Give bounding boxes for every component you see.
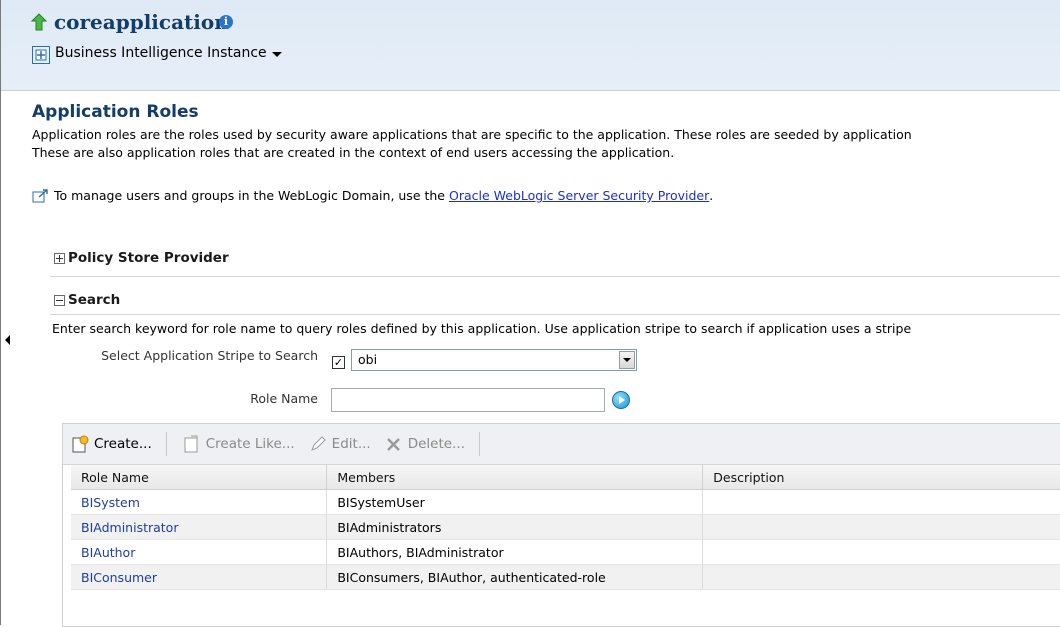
- create-icon: [72, 435, 89, 453]
- manage-suffix: .: [709, 188, 714, 203]
- members-cell: BIConsumers, BIAuthor, authenticated-rol…: [326, 564, 704, 590]
- create-like-button[interactable]: Create Like...: [183, 435, 295, 453]
- description-line-1: Application roles are the roles used by …: [32, 127, 912, 142]
- stripe-label: Select Application Stripe to Search: [101, 348, 318, 363]
- search-help-text: Enter search keyword for role name to qu…: [52, 321, 912, 336]
- roles-panel: Create... Create Like... Edit... Delete.…: [62, 423, 1060, 627]
- table-row[interactable]: BIConsumer BIConsumers, BIAuthor, authen…: [71, 564, 1060, 590]
- weblogic-security-provider-link[interactable]: Oracle WebLogic Server Security Provider: [449, 188, 709, 203]
- policy-store-section-header[interactable]: Policy Store Provider: [54, 250, 229, 266]
- edit-button[interactable]: Edit...: [309, 435, 371, 453]
- manage-text: To manage users and groups in the WebLog…: [54, 188, 445, 203]
- toolbar-separator: [478, 432, 480, 456]
- stripe-checkbox[interactable]: ✓: [332, 356, 345, 369]
- create-like-label: Create Like...: [205, 436, 295, 452]
- description-cell: [702, 564, 1060, 590]
- chevron-down-icon: [271, 52, 282, 57]
- role-name-link[interactable]: BIConsumer: [81, 570, 157, 585]
- roles-toolbar: Create... Create Like... Edit... Delete.…: [63, 424, 1060, 465]
- info-icon[interactable]: i: [219, 15, 233, 29]
- external-link-icon: [32, 188, 48, 202]
- stripe-select[interactable]: obi: [351, 349, 637, 371]
- delete-button[interactable]: Delete...: [385, 435, 465, 453]
- table-row[interactable]: BIAdministrator BIAdministrators: [71, 514, 1060, 540]
- section-divider: [50, 314, 1060, 315]
- target-header: coreapplication i Business Intelligence …: [1, 0, 1060, 91]
- search-go-button[interactable]: [612, 391, 630, 409]
- select-dropdown-button[interactable]: [619, 351, 635, 369]
- instance-menu[interactable]: Business Intelligence Instance: [55, 45, 282, 61]
- members-cell: BIAdministrators: [326, 514, 704, 540]
- bi-instance-icon: [32, 46, 50, 64]
- search-section-header[interactable]: Search: [54, 292, 120, 308]
- members-cell: BIAuthors, BIAdministrator: [326, 539, 704, 565]
- delete-icon: [386, 438, 400, 451]
- table-row[interactable]: BISystem BISystemUser: [71, 489, 1060, 515]
- create-label: Create...: [94, 436, 152, 452]
- left-border: [0, 0, 1, 625]
- description-line-2: These are also application roles that ar…: [32, 145, 675, 160]
- role-name-input[interactable]: [331, 388, 605, 412]
- section-divider: [50, 276, 1060, 277]
- stripe-select-value: obi: [358, 352, 378, 367]
- description-cell: [702, 539, 1060, 565]
- collapse-pane-handle[interactable]: [5, 335, 10, 345]
- table-header-row: Role Name Members Description: [71, 465, 1060, 490]
- expand-icon: [54, 252, 65, 264]
- instance-menu-label: Business Intelligence Instance: [55, 45, 267, 61]
- search-label: Search: [68, 292, 121, 308]
- manage-users-note: To manage users and groups in the WebLog…: [32, 188, 713, 203]
- description-cell: [702, 514, 1060, 540]
- description-cell: [702, 489, 1060, 515]
- up-arrow-icon: [31, 13, 47, 31]
- play-icon: [619, 396, 625, 404]
- policy-store-label: Policy Store Provider: [68, 250, 229, 266]
- edit-label: Edit...: [331, 436, 371, 452]
- page-description: Application roles are the roles used by …: [32, 126, 912, 162]
- page-title: Application Roles: [32, 102, 199, 122]
- column-header-role-name[interactable]: Role Name: [71, 465, 328, 490]
- role-name-link[interactable]: BISystem: [81, 495, 140, 510]
- role-name-link[interactable]: BIAdministrator: [81, 520, 178, 535]
- create-button[interactable]: Create...: [71, 435, 152, 453]
- chevron-down-icon: [623, 358, 631, 362]
- role-name-link[interactable]: BIAuthor: [81, 545, 135, 560]
- delete-label: Delete...: [407, 436, 465, 452]
- roles-table: Role Name Members Description BISystem B…: [71, 465, 1060, 590]
- app-title: coreapplication: [54, 10, 229, 34]
- members-cell: BISystemUser: [326, 489, 704, 515]
- pencil-icon: [310, 436, 326, 451]
- column-header-members[interactable]: Members: [326, 465, 704, 490]
- role-name-label: Role Name: [250, 391, 318, 406]
- toolbar-separator: [165, 432, 167, 456]
- collapse-icon: [54, 294, 65, 306]
- column-header-description[interactable]: Description: [702, 465, 1060, 490]
- table-row[interactable]: BIAuthor BIAuthors, BIAdministrator: [71, 539, 1060, 565]
- create-like-icon: [184, 435, 198, 453]
